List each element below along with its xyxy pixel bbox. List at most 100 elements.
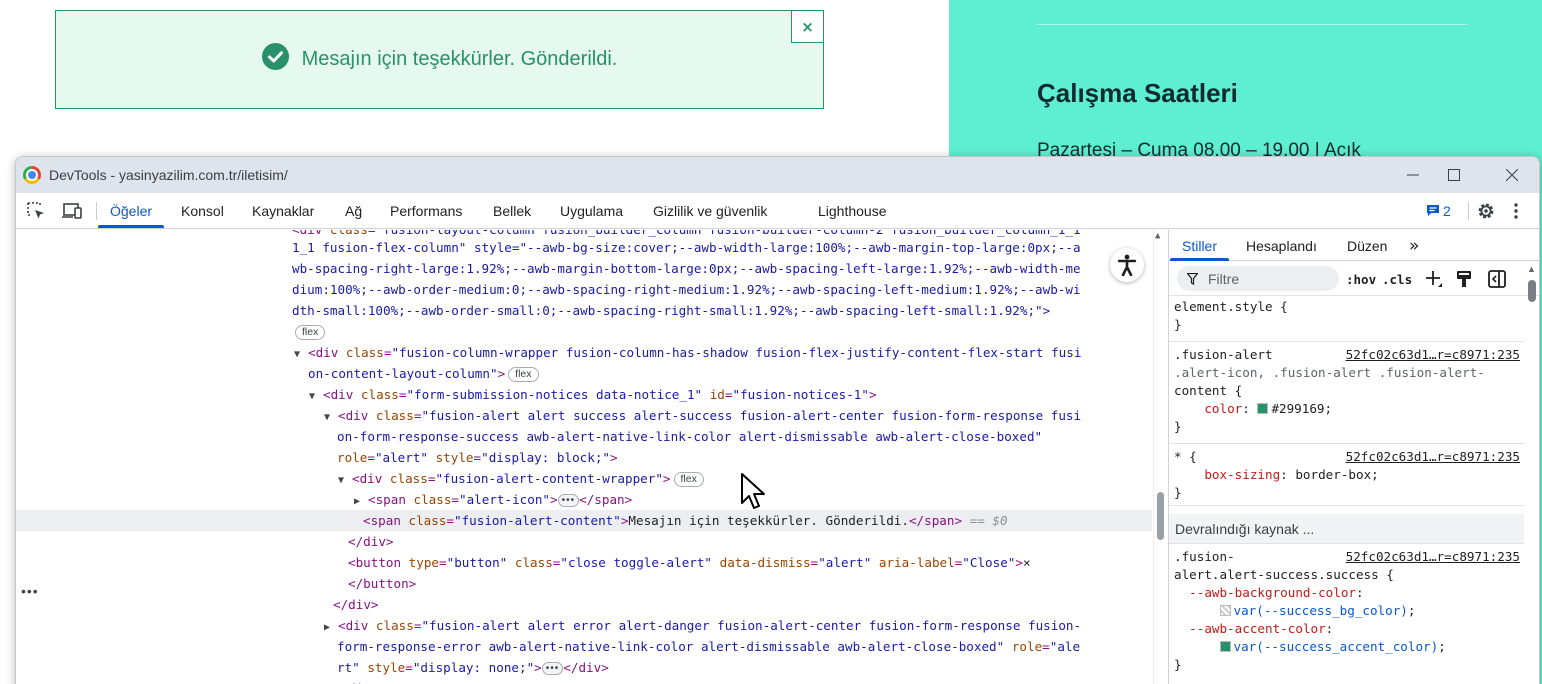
tab-memory[interactable]: Bellek xyxy=(493,193,531,228)
tab-elements[interactable]: Öğeler xyxy=(97,193,165,228)
inspect-element-icon[interactable] xyxy=(26,193,46,228)
flex-badge[interactable]: flex xyxy=(673,472,704,487)
color-swatch[interactable] xyxy=(1257,403,1269,414)
styles-tabs: Stiller Hesaplandı Düzen » xyxy=(1169,230,1539,261)
dom-node-line[interactable]: dium:100%;--awb-order-medium:0;--awb-spa… xyxy=(16,279,1152,300)
expanded-triangle-icon[interactable]: ▼ xyxy=(324,407,338,428)
css-selector[interactable]: .fusion-alert xyxy=(1174,347,1273,362)
alert-message: Mesajın için teşekkürler. Gönderildi. xyxy=(301,48,618,70)
hover-state-toggle[interactable]: :hov xyxy=(1346,267,1376,291)
flex-badge[interactable]: flex xyxy=(295,325,326,340)
collapsed-content-badge[interactable]: ••• xyxy=(541,662,564,675)
scroll-up-arrow-icon[interactable]: ▲ xyxy=(1155,231,1160,241)
dom-node-line[interactable]: on-content-layout-column"> flex xyxy=(16,363,1152,384)
collapsed-content-badge[interactable]: ••• xyxy=(557,494,580,507)
dom-node-line[interactable]: ▼ <div class="fusion-alert-content-wrappe… xyxy=(16,468,1152,489)
css-variable-value[interactable]: var(--success_accent_color) xyxy=(1234,639,1439,654)
tab-layout[interactable]: Düzen xyxy=(1347,230,1387,261)
dom-node-line[interactable]: 1_1 fusion-flex-column" style="--awb-bg-… xyxy=(16,237,1152,258)
tab-sources[interactable]: Kaynaklar xyxy=(252,193,314,228)
chrome-logo-icon xyxy=(23,166,41,184)
tab-network[interactable]: Ağ xyxy=(345,193,362,228)
tab-application[interactable]: Uygulama xyxy=(560,193,623,228)
css-selector[interactable]: .alert-icon, .fusion-alert .fusion-alert… xyxy=(1174,365,1485,380)
close-window-button[interactable] xyxy=(1489,157,1535,193)
dom-node-line[interactable]: wb-spacing-right-large:1.92%;--awb-margi… xyxy=(16,258,1152,279)
maximize-icon xyxy=(1448,169,1460,181)
css-selector[interactable]: .fusion- xyxy=(1174,549,1235,564)
dom-node-line[interactable]: <button type="button" class="close toggl… xyxy=(16,552,1152,573)
filter-placeholder: Filtre xyxy=(1208,270,1240,287)
dom-node-line[interactable]: flex xyxy=(16,321,1152,342)
styles-filter-input[interactable]: Filtre xyxy=(1177,266,1339,291)
css-rule-universal: * {52fc02c63d1…r=c8971:235 box-sizing: b… xyxy=(1169,446,1524,506)
collapsed-triangle-icon[interactable]: ▶ xyxy=(324,617,338,638)
settings-gear-icon[interactable] xyxy=(1476,193,1496,228)
add-rule-icon[interactable] xyxy=(1424,267,1444,291)
css-property-value[interactable]: #299169 xyxy=(1271,401,1324,416)
dom-node-line[interactable]: role="alert" style="display: block;"> xyxy=(16,447,1152,468)
flex-badge[interactable]: flex xyxy=(508,367,539,382)
inherited-from-header[interactable]: Devralındığı kaynak ... xyxy=(1169,514,1524,544)
dom-node-line[interactable]: ▼ <div class="fusion-alert alert success … xyxy=(16,405,1152,426)
dom-node-line[interactable]: form-response-error awb-alert-native-lin… xyxy=(16,636,1152,657)
tab-computed[interactable]: Hesaplandı xyxy=(1246,230,1317,261)
dom-node-line[interactable]: </button> xyxy=(16,573,1152,594)
accessibility-tree-button[interactable] xyxy=(1110,248,1144,282)
css-property-name[interactable]: color xyxy=(1204,401,1242,416)
collapsed-triangle-icon[interactable]: ▶ xyxy=(354,491,368,512)
css-property-name[interactable]: box-sizing xyxy=(1204,467,1280,482)
expanded-triangle-icon[interactable]: ▼ xyxy=(338,470,352,491)
row-actions-dots-icon[interactable]: ••• xyxy=(21,583,39,599)
minimize-button[interactable] xyxy=(1390,157,1436,193)
css-property-value[interactable]: border-box xyxy=(1295,467,1371,482)
alert-close-button[interactable]: × xyxy=(791,10,824,43)
css-source-link[interactable]: 52fc02c63d1…r=c8971:235 xyxy=(1346,448,1520,466)
css-selector[interactable]: element.style { xyxy=(1174,299,1288,314)
elements-scrollbar[interactable] xyxy=(1153,230,1167,684)
css-property-name[interactable]: --awb-accent-color xyxy=(1189,621,1325,636)
tab-lighthouse[interactable]: Lighthouse xyxy=(818,193,887,228)
dom-node-line[interactable]: rt" style="display: none;"> ••• </div> xyxy=(16,657,1152,678)
expanded-triangle-icon[interactable]: ▼ xyxy=(309,386,323,407)
css-rule-alert-content: .fusion-alert 52fc02c63d1…r=c8971:235 .al… xyxy=(1169,346,1524,444)
selected-dom-node-line[interactable]: <span class="fusion-alert-content">Mesaj… xyxy=(16,510,1152,531)
css-selector[interactable]: content { xyxy=(1174,383,1242,398)
dom-node-line[interactable]: ▼ <div class="form-submission-notices dat… xyxy=(16,384,1152,405)
dom-node-line[interactable]: </div> xyxy=(16,594,1152,615)
dom-node-line[interactable]: dth-small:100%;--awb-order-small:0;--awb… xyxy=(16,300,1152,321)
close-brace: } xyxy=(1174,485,1182,500)
elements-scrollbar-thumb[interactable] xyxy=(1157,492,1164,540)
more-tabs-chevron-icon[interactable]: » xyxy=(1409,230,1419,261)
css-selector[interactable]: * { xyxy=(1174,449,1197,464)
issues-button[interactable]: 2 xyxy=(1426,193,1451,228)
css-source-link[interactable]: 52fc02c63d1…r=c8971:235 xyxy=(1346,346,1520,364)
dom-node-line[interactable]: on-form-response-success awb-alert-nativ… xyxy=(16,426,1152,447)
color-swatch[interactable] xyxy=(1219,641,1231,652)
transparent-color-swatch[interactable] xyxy=(1219,605,1231,616)
dom-node-line[interactable]: ▶ <span class="alert-icon"> ••• </span> xyxy=(16,489,1152,510)
dom-node-line[interactable]: ▼ <div class="fusion-column-wrapper fusio… xyxy=(16,342,1152,363)
tab-styles[interactable]: Stiller xyxy=(1169,230,1230,261)
class-toggle[interactable]: .cls xyxy=(1382,267,1412,291)
css-selector[interactable]: alert.alert-success.success { xyxy=(1174,567,1394,582)
tab-performance[interactable]: Performans xyxy=(390,193,462,228)
css-property-name[interactable]: --awb-background-color xyxy=(1189,585,1356,600)
window-title: DevTools - yasinyazilim.com.tr/iletisim/ xyxy=(49,167,288,183)
css-source-link[interactable]: 52fc02c63d1…r=c8971:235 xyxy=(1346,548,1520,566)
toggle-sidebar-icon[interactable] xyxy=(1488,267,1506,291)
dom-node-line[interactable]: ▶ <div class="fusion-alert alert error al… xyxy=(16,615,1152,636)
maximize-button[interactable] xyxy=(1431,157,1477,193)
dom-node-line[interactable]: </div> xyxy=(16,678,1152,684)
filter-icon xyxy=(1187,272,1198,285)
tab-console[interactable]: Konsol xyxy=(181,193,224,228)
scroll-up-arrow-icon[interactable]: ▲ xyxy=(1527,264,1536,274)
styles-scrollbar-thumb[interactable] xyxy=(1528,280,1536,302)
device-toolbar-icon[interactable] xyxy=(61,193,83,228)
expanded-triangle-icon[interactable]: ▼ xyxy=(294,344,308,365)
more-options-icon[interactable] xyxy=(1513,193,1519,228)
dom-node-line[interactable]: </div> xyxy=(16,531,1152,552)
paint-brush-icon[interactable] xyxy=(1456,267,1472,291)
css-variable-value[interactable]: var(--success_bg_color) xyxy=(1234,603,1408,618)
tab-privacy-security[interactable]: Gizlilik ve güvenlik xyxy=(653,193,767,228)
